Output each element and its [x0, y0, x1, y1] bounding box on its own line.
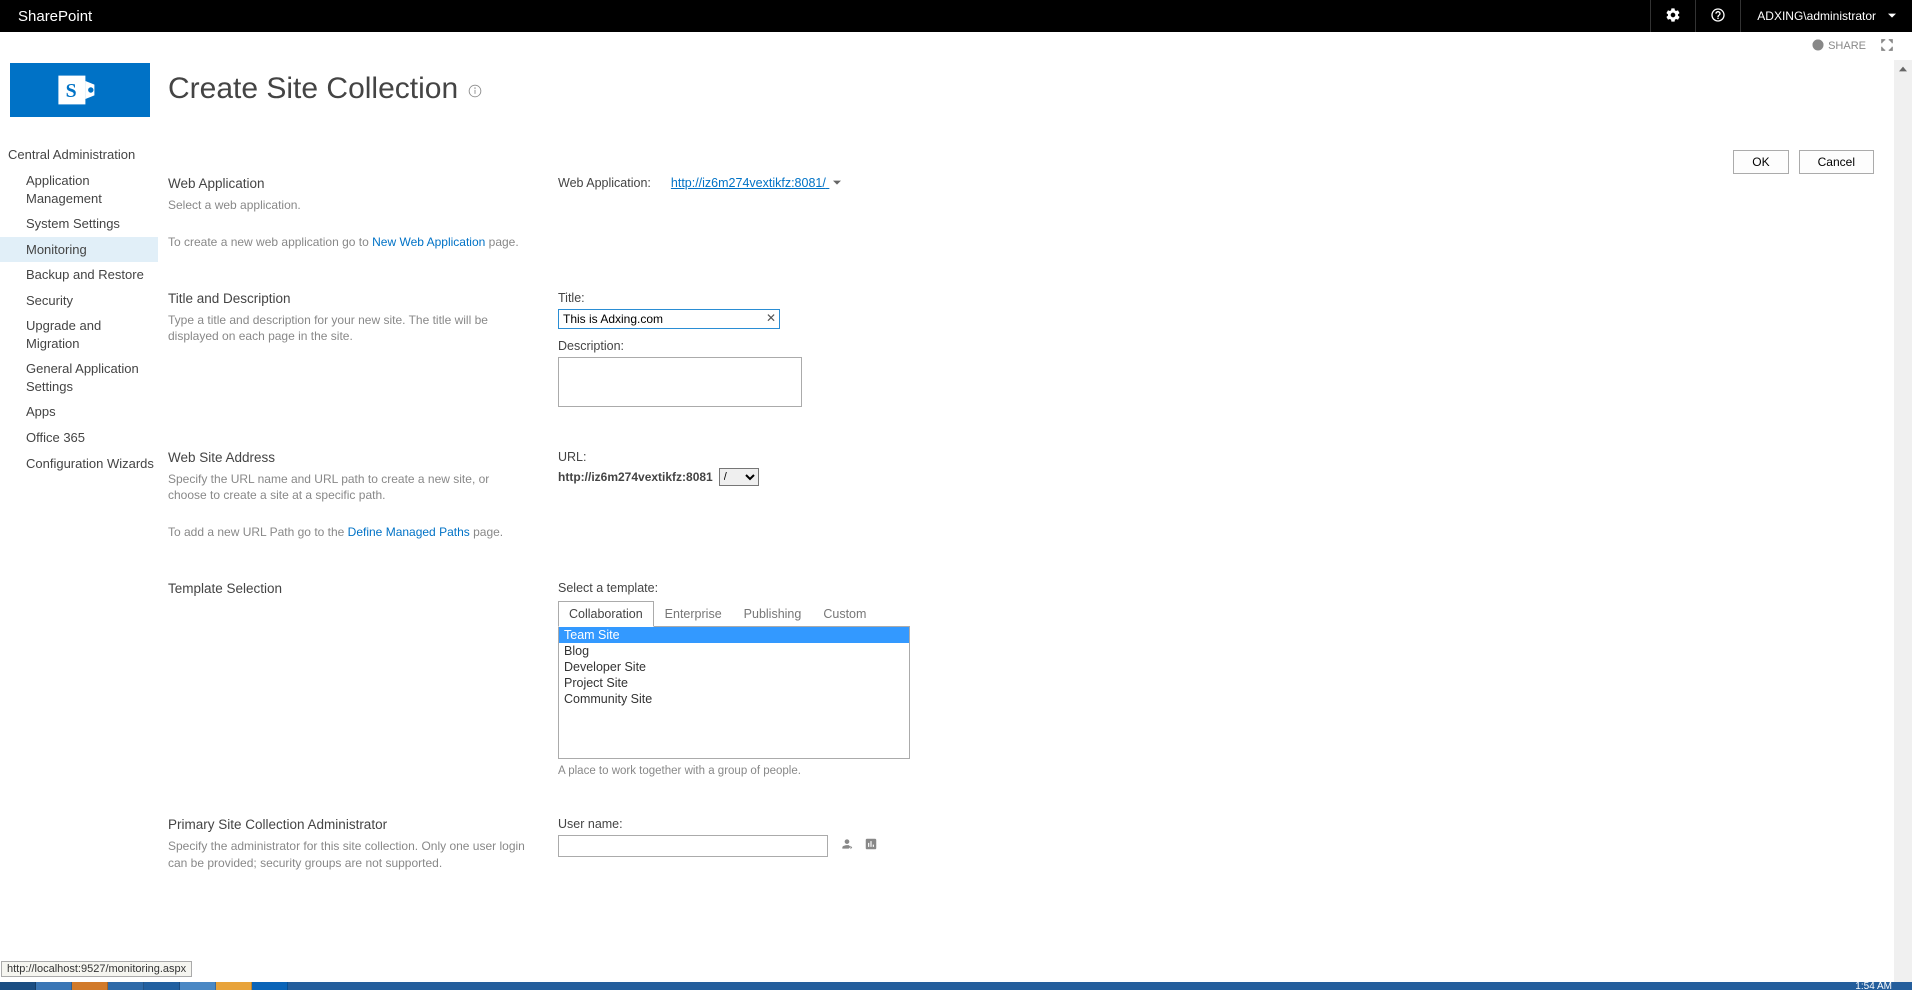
- settings-button[interactable]: [1650, 0, 1695, 32]
- section-website-address: Web Site Address Specify the URL name an…: [168, 450, 1874, 541]
- sidebar-item-security[interactable]: Security: [0, 288, 158, 314]
- status-bar: http://localhost:9527/monitoring.aspx: [1, 961, 192, 977]
- title-desc: Type a title and description for your ne…: [168, 312, 528, 346]
- chevron-down-icon: [829, 176, 841, 190]
- gear-icon: [1665, 7, 1681, 26]
- page-title: Create Site Collection: [168, 72, 1874, 106]
- template-item[interactable]: Developer Site: [559, 659, 909, 675]
- browse-icon[interactable]: [858, 839, 878, 854]
- share-bar: SHARE: [0, 32, 1912, 60]
- address-desc: Specify the URL name and URL path to cre…: [168, 471, 528, 541]
- description-input[interactable]: [558, 357, 802, 407]
- template-tabs: Collaboration Enterprise Publishing Cust…: [558, 601, 910, 627]
- tab-custom[interactable]: Custom: [812, 601, 877, 627]
- focus-button[interactable]: [1880, 38, 1898, 55]
- url-path-select[interactable]: /: [719, 468, 759, 486]
- section-template-selection: Template Selection Select a template: Co…: [168, 581, 1874, 777]
- sidebar-header: Central Administration: [0, 141, 158, 168]
- template-select-label: Select a template:: [558, 581, 1874, 595]
- taskbar-time: 1:54 AM: [1855, 981, 1892, 990]
- help-button[interactable]: [1695, 0, 1740, 32]
- webapp-dropdown[interactable]: http://iz6m274vextikfz:8081/: [671, 176, 841, 190]
- section-title-description: Title and Description Type a title and d…: [168, 291, 1874, 410]
- sidebar-item-monitoring[interactable]: Monitoring: [0, 237, 158, 263]
- taskbar[interactable]: 1:54 AM: [0, 982, 1912, 990]
- url-base: http://iz6m274vextikfz:8081: [558, 470, 713, 484]
- template-item[interactable]: Community Site: [559, 691, 909, 707]
- template-item[interactable]: Team Site: [559, 627, 909, 643]
- new-webapp-link[interactable]: New Web Application: [372, 235, 485, 249]
- managed-paths-link[interactable]: Define Managed Paths: [348, 525, 470, 539]
- section-web-application: Web Application Select a web application…: [168, 176, 1874, 251]
- sidebar-item-system-settings[interactable]: System Settings: [0, 211, 158, 237]
- clear-icon[interactable]: ✕: [766, 311, 776, 325]
- sidebar-item-apps[interactable]: Apps: [0, 399, 158, 425]
- action-buttons: OK Cancel: [1733, 150, 1874, 174]
- tab-collaboration[interactable]: Collaboration: [558, 601, 654, 627]
- sidebar-item-upgrade-migration[interactable]: Upgrade and Migration: [0, 313, 158, 356]
- webapp-label: Web Application:: [558, 176, 651, 190]
- template-listbox[interactable]: Team Site Blog Developer Site Project Si…: [558, 627, 910, 759]
- username-label: User name:: [558, 817, 1874, 831]
- user-menu[interactable]: ADXING\administrator: [1740, 0, 1912, 32]
- admin-heading: Primary Site Collection Administrator: [168, 817, 528, 832]
- chevron-down-icon: [1888, 9, 1896, 23]
- scrollbar[interactable]: [1894, 60, 1912, 990]
- template-heading: Template Selection: [168, 581, 528, 596]
- sidebar-item-office365[interactable]: Office 365: [0, 425, 158, 451]
- webapp-desc: Select a web application. To create a ne…: [168, 197, 528, 251]
- tab-publishing[interactable]: Publishing: [733, 601, 813, 627]
- sidebar: S Central Administration Application Man…: [0, 60, 158, 990]
- sidebar-item-application-management[interactable]: Application Management: [0, 168, 158, 211]
- info-icon[interactable]: [468, 72, 482, 106]
- help-icon: [1710, 7, 1726, 26]
- top-bar: SharePoint ADXING\administrator: [0, 0, 1912, 32]
- section-primary-admin: Primary Site Collection Administrator Sp…: [168, 817, 1874, 872]
- address-heading: Web Site Address: [168, 450, 528, 465]
- sharepoint-logo[interactable]: S: [10, 63, 150, 117]
- svg-text:S: S: [66, 80, 77, 102]
- url-label: URL:: [558, 450, 1874, 464]
- content-area: Create Site Collection OK Cancel Web App…: [158, 60, 1894, 990]
- ok-button[interactable]: OK: [1733, 150, 1788, 174]
- title-label: Title:: [558, 291, 1874, 305]
- title-heading: Title and Description: [168, 291, 528, 306]
- template-item[interactable]: Blog: [559, 643, 909, 659]
- admin-desc: Specify the administrator for this site …: [168, 838, 528, 872]
- title-input[interactable]: [558, 309, 780, 329]
- template-item[interactable]: Project Site: [559, 675, 909, 691]
- fullscreen-icon: [1880, 38, 1898, 55]
- cancel-button[interactable]: Cancel: [1799, 150, 1874, 174]
- username-input[interactable]: [558, 835, 828, 857]
- template-description: A place to work together with a group of…: [558, 765, 1874, 777]
- check-names-icon[interactable]: [834, 839, 858, 854]
- app-name: SharePoint: [0, 8, 92, 25]
- user-label: ADXING\administrator: [1757, 9, 1876, 23]
- description-label: Description:: [558, 339, 1874, 353]
- sidebar-item-config-wizards[interactable]: Configuration Wizards: [0, 451, 158, 477]
- share-icon: [1812, 39, 1828, 54]
- sidebar-item-backup-restore[interactable]: Backup and Restore: [0, 262, 158, 288]
- tab-enterprise[interactable]: Enterprise: [654, 601, 733, 627]
- webapp-heading: Web Application: [168, 176, 528, 191]
- share-button[interactable]: SHARE: [1812, 39, 1866, 54]
- sidebar-item-general-settings[interactable]: General Application Settings: [0, 356, 158, 399]
- scroll-up-icon[interactable]: [1894, 60, 1912, 78]
- share-label: SHARE: [1828, 40, 1866, 52]
